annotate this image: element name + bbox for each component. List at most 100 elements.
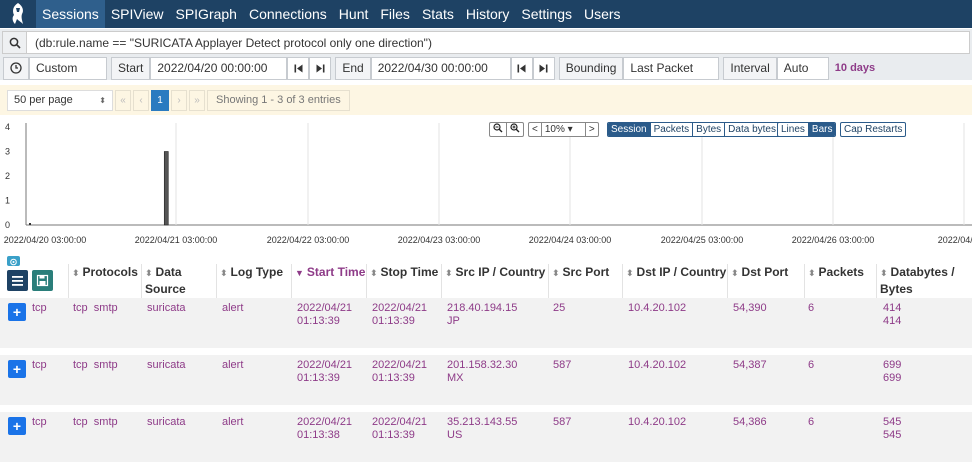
cell-log-type[interactable]: alert: [222, 359, 243, 372]
cell-protocols[interactable]: tcp smtp: [73, 302, 118, 315]
cell-databytes[interactable]: 414 414: [883, 302, 901, 328]
cell-stop-clock: 01:13:39: [372, 315, 415, 327]
toggle-info-icon[interactable]: [7, 256, 20, 266]
pan-right-button[interactable]: >: [586, 123, 598, 136]
nav-spiview[interactable]: SPIView: [105, 0, 170, 28]
start-last-icon[interactable]: [309, 56, 332, 80]
search-icon[interactable]: [3, 32, 27, 53]
cell-src-port[interactable]: 587: [553, 416, 571, 429]
cell-databytes[interactable]: 545 545: [883, 416, 901, 442]
table-row[interactable]: + tcp tcp smtp suricata alert 2022/04/21…: [0, 412, 972, 462]
mode-bytes-button[interactable]: Bytes: [693, 123, 726, 136]
column-packets[interactable]: ⬍ Packets: [808, 264, 864, 281]
cell-data-source[interactable]: suricata: [147, 416, 186, 429]
style-bars-button[interactable]: Bars: [808, 123, 836, 136]
column-dst-port[interactable]: ⬍ Dst Port: [731, 264, 788, 281]
cell-databytes[interactable]: 699 699: [883, 359, 901, 385]
cell-packets[interactable]: 6: [808, 302, 814, 315]
page-current-button[interactable]: 1: [151, 89, 169, 111]
interval-select[interactable]: Auto: [776, 56, 829, 80]
cell-stop-time[interactable]: 2022/04/21 01:13:39: [372, 416, 427, 442]
cell-data-source[interactable]: suricata: [147, 359, 186, 372]
nav-connections[interactable]: Connections: [243, 0, 333, 28]
column-databytes[interactable]: ⬍ Databytes / Bytes: [880, 264, 970, 297]
zoom-level-select[interactable]: 10% ▾: [542, 123, 586, 136]
column-src-ip[interactable]: ⬍ Src IP / Country: [445, 264, 545, 281]
column-src-port[interactable]: ⬍ Src Port: [552, 264, 609, 281]
cell-protocols[interactable]: tcp smtp: [73, 359, 118, 372]
cell-start-time[interactable]: 2022/04/21 01:13:39: [297, 302, 352, 328]
cell-dst-ip[interactable]: 10.4.20.102: [628, 302, 686, 315]
nav-spigraph[interactable]: SPIGraph: [169, 0, 242, 28]
nav-hunt[interactable]: Hunt: [333, 0, 375, 28]
app-logo-icon[interactable]: [0, 0, 36, 28]
mode-packets-button[interactable]: Packets: [651, 123, 694, 136]
cell-packets[interactable]: 6: [808, 359, 814, 372]
expand-row-icon[interactable]: +: [8, 417, 26, 435]
bounding-select[interactable]: Last Packet: [623, 56, 720, 80]
column-dst-ip[interactable]: ⬍ Dst IP / Country: [626, 264, 726, 281]
expand-row-icon[interactable]: +: [8, 360, 26, 378]
zoom-in-icon[interactable]: [507, 123, 523, 136]
cell-proto[interactable]: tcp: [32, 302, 47, 315]
cell-start-time[interactable]: 2022/04/21 01:13:38: [297, 416, 352, 442]
page-first-button[interactable]: «: [115, 89, 131, 111]
cell-dst-port[interactable]: 54,386: [733, 416, 767, 429]
mode-session-button[interactable]: Session: [608, 123, 651, 136]
cell-src-ip[interactable]: 201.158.32.30 MX: [447, 359, 517, 385]
end-first-icon[interactable]: [510, 56, 533, 80]
cell-dst-ip[interactable]: 10.4.20.102: [628, 416, 686, 429]
start-first-icon[interactable]: [287, 56, 310, 80]
cell-log-type[interactable]: alert: [222, 302, 243, 315]
page-last-button[interactable]: »: [189, 89, 205, 111]
mode-databytes-button[interactable]: Data bytes: [725, 123, 779, 136]
cell-protocols[interactable]: tcp smtp: [73, 416, 118, 429]
column-data-source[interactable]: ⬍ Data Source: [145, 264, 205, 297]
nav-settings[interactable]: Settings: [515, 0, 578, 28]
cell-src-ip[interactable]: 35.213.143.55 US: [447, 416, 517, 442]
nav-history[interactable]: History: [460, 0, 516, 28]
time-range-select[interactable]: Custom: [29, 56, 107, 80]
cell-src-port[interactable]: 25: [553, 302, 565, 315]
nav-sessions[interactable]: Sessions: [36, 0, 105, 28]
table-row[interactable]: + tcp tcp smtp suricata alert 2022/04/21…: [0, 355, 972, 405]
cell-src-ip[interactable]: 218.40.194.15 JP: [447, 302, 517, 328]
pan-left-button[interactable]: <: [529, 123, 542, 136]
cell-start-time[interactable]: 2022/04/21 01:13:39: [297, 359, 352, 385]
nav-users[interactable]: Users: [578, 0, 627, 28]
cap-restarts-button[interactable]: Cap Restarts: [841, 123, 905, 136]
cell-data-source[interactable]: suricata: [147, 302, 186, 315]
zoom-out-icon[interactable]: [490, 123, 507, 136]
column-log-type[interactable]: ⬍ Log Type: [220, 264, 283, 281]
per-page-select[interactable]: 50 per page ⬍: [7, 89, 113, 111]
column-stop-time[interactable]: ⬍ Stop Time: [370, 264, 438, 281]
style-lines-button[interactable]: Lines: [778, 123, 809, 136]
cell-dst-port[interactable]: 54,387: [733, 359, 767, 372]
cell-proto[interactable]: tcp: [32, 359, 47, 372]
cell-proto[interactable]: tcp: [32, 416, 47, 429]
cell-log-type[interactable]: alert: [222, 416, 243, 429]
column-protocols[interactable]: ⬍ Protocols: [72, 264, 138, 281]
chart-origin-mark: [29, 223, 31, 225]
cell-src-port[interactable]: 587: [553, 359, 571, 372]
cell-stop-time[interactable]: 2022/04/21 01:13:39: [372, 302, 427, 328]
cell-packets[interactable]: 6: [808, 416, 814, 429]
nav-stats[interactable]: Stats: [416, 0, 460, 28]
per-page-label: 50 per page: [14, 94, 73, 106]
end-last-icon[interactable]: [532, 56, 555, 80]
search-input[interactable]: [27, 32, 969, 53]
cell-stop-time[interactable]: 2022/04/21 01:13:39: [372, 359, 427, 385]
end-time-input[interactable]: 2022/04/30 00:00:00: [370, 56, 511, 80]
start-time-input[interactable]: 2022/04/20 00:00:00: [150, 56, 288, 80]
cell-dst-port[interactable]: 54,390: [733, 302, 767, 315]
save-icon[interactable]: [32, 270, 53, 291]
column-start-time[interactable]: ▼ Start Time: [295, 264, 365, 281]
nav-files[interactable]: Files: [374, 0, 416, 28]
page-prev-button[interactable]: ‹: [133, 89, 149, 111]
expand-row-icon[interactable]: +: [8, 303, 26, 321]
page-next-button[interactable]: ›: [171, 89, 187, 111]
column-menu-icon[interactable]: [7, 270, 28, 291]
cell-dst-ip[interactable]: 10.4.20.102: [628, 359, 686, 372]
clock-icon[interactable]: [3, 56, 29, 80]
table-row[interactable]: + tcp tcp smtp suricata alert 2022/04/21…: [0, 298, 972, 348]
